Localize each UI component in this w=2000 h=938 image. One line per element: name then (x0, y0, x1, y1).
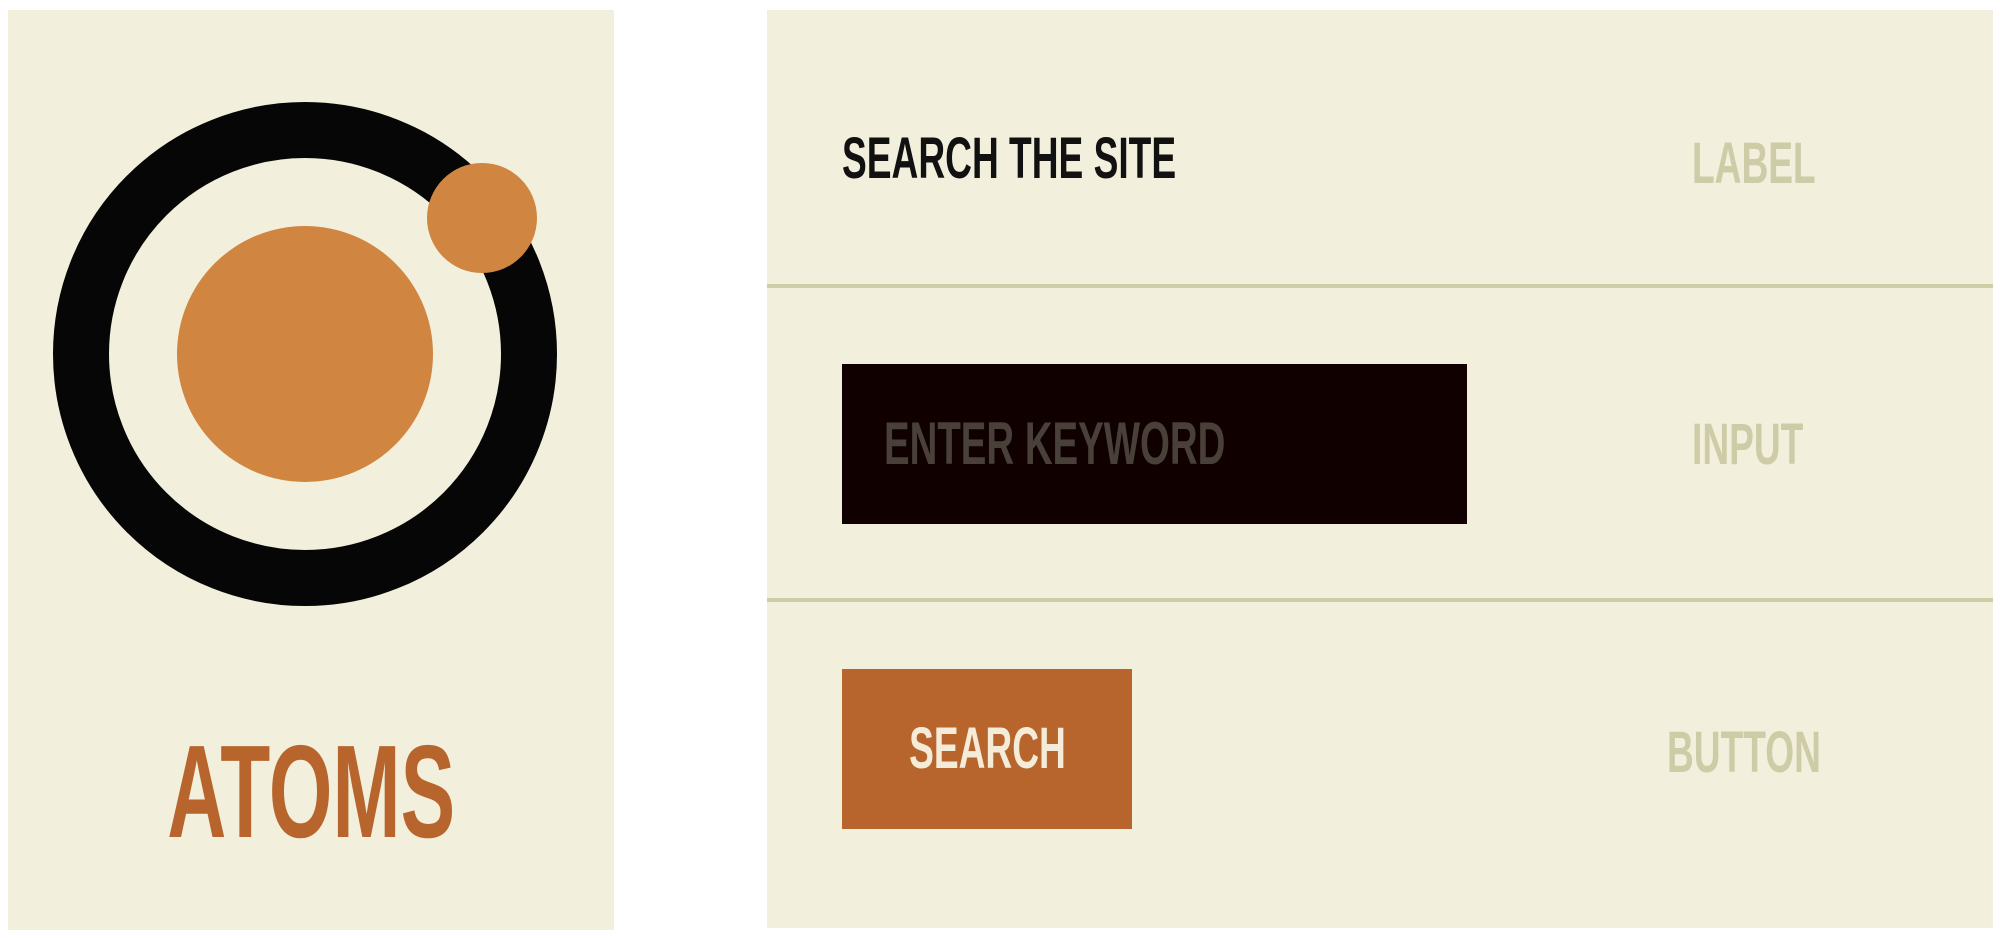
label-row: SEARCH THE SITE LABEL (767, 10, 1993, 284)
search-site-label: SEARCH THE SITE (842, 126, 1177, 191)
atoms-card: ATOMS (8, 10, 614, 930)
type-tag-button: BUTTON (1667, 720, 1821, 785)
input-row: ENTER KEYWORD INPUT (767, 288, 1993, 600)
type-tag-input: INPUT (1692, 412, 1804, 477)
atoms-title-wrap: ATOMS (8, 722, 614, 862)
search-button-label: SEARCH (908, 716, 1066, 781)
atoms-title: ATOMS (167, 718, 455, 865)
keyword-input[interactable]: ENTER KEYWORD (842, 364, 1467, 524)
keyword-input-placeholder: ENTER KEYWORD (884, 410, 1226, 477)
atom-icon (53, 102, 557, 606)
atom-electron (427, 163, 537, 273)
search-button[interactable]: SEARCH (842, 669, 1132, 829)
components-panel: SEARCH THE SITE LABEL ENTER KEYWORD INPU… (767, 10, 1993, 928)
button-row: SEARCH BUTTON (767, 604, 1993, 928)
divider (767, 598, 1993, 602)
type-tag-label: LABEL (1692, 131, 1816, 196)
atom-nucleus (177, 226, 433, 482)
